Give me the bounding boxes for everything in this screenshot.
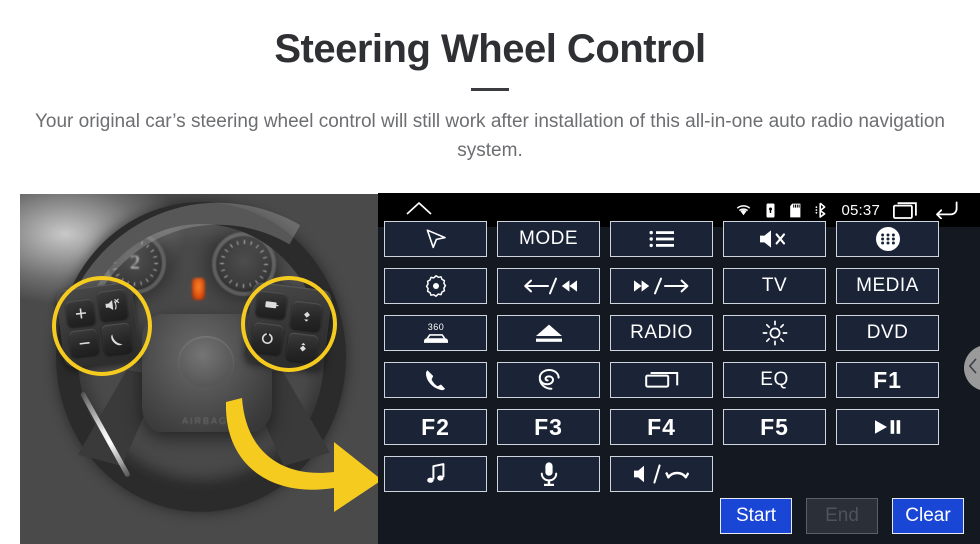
eject-icon bbox=[533, 322, 565, 344]
volume-down-key bbox=[68, 328, 100, 358]
camera-360-icon: 360 bbox=[419, 320, 453, 346]
swc-button-f1[interactable]: F1 bbox=[836, 362, 939, 398]
status-clock: 05:37 bbox=[841, 201, 880, 219]
settings-gear-icon bbox=[424, 274, 448, 298]
yellow-arrow-icon bbox=[225, 392, 378, 512]
window-switch-icon bbox=[644, 370, 679, 390]
grid-row: MODE bbox=[384, 221, 974, 257]
previous-track-icon bbox=[520, 276, 578, 296]
swc-button-next[interactable] bbox=[610, 268, 713, 304]
swc-button-mute[interactable] bbox=[723, 221, 826, 257]
swc-button-voice-assistant[interactable] bbox=[497, 362, 600, 398]
clear-button[interactable]: Clear bbox=[892, 498, 964, 534]
play-pause-icon bbox=[871, 417, 905, 437]
svg-text:360: 360 bbox=[427, 322, 444, 332]
sdcard-icon bbox=[789, 203, 802, 218]
swc-button-window-switch[interactable] bbox=[610, 362, 713, 398]
page-subtitle: Your original car’s steering wheel contr… bbox=[34, 111, 945, 162]
steering-wheel-photo: 2 AIRBAG bbox=[20, 194, 378, 544]
title-divider bbox=[471, 88, 509, 91]
mute-icon bbox=[758, 229, 792, 249]
swc-button-list[interactable] bbox=[610, 221, 713, 257]
display-key bbox=[254, 290, 288, 320]
swc-button-grid: MODE TV MEDIA 360 RADIO DVD EQ F1 F2 F3 … bbox=[378, 221, 980, 503]
status-icons-group: 05:37 bbox=[735, 201, 980, 219]
swc-button-settings[interactable] bbox=[384, 268, 487, 304]
swc-button-speaker-hangup[interactable] bbox=[610, 456, 713, 492]
back-icon[interactable] bbox=[933, 201, 958, 219]
mode-key bbox=[250, 321, 285, 356]
mute-key bbox=[96, 288, 129, 322]
grid-row: 360 RADIO DVD bbox=[384, 315, 974, 351]
apps-grid-icon bbox=[875, 226, 901, 252]
swc-button-f4[interactable]: F4 bbox=[610, 409, 713, 445]
swc-button-microphone[interactable] bbox=[497, 456, 600, 492]
bluetooth-icon bbox=[815, 202, 828, 218]
page-header: Steering Wheel Control Your original car… bbox=[0, 0, 980, 166]
airbag-boss bbox=[178, 336, 234, 388]
swc-button-mode[interactable]: MODE bbox=[497, 221, 600, 257]
usb-icon bbox=[765, 203, 776, 218]
action-button-bar: Start End Clear bbox=[720, 498, 964, 534]
swc-button-navigation[interactable] bbox=[384, 221, 487, 257]
up-key bbox=[289, 300, 323, 332]
swc-button-eq[interactable]: EQ bbox=[723, 362, 826, 398]
wifi-icon bbox=[735, 203, 752, 217]
swc-button-tv[interactable]: TV bbox=[723, 268, 826, 304]
car-radio-screen: 05:37 MODE TV MEDIA 360 RADIO DVD EQ F1 … bbox=[378, 193, 980, 544]
start-button[interactable]: Start bbox=[720, 498, 792, 534]
swc-button-eject[interactable] bbox=[497, 315, 600, 351]
brightness-icon bbox=[762, 320, 788, 346]
chevron-left-icon bbox=[968, 358, 978, 379]
music-note-icon bbox=[424, 462, 448, 486]
grid-row bbox=[384, 456, 974, 492]
microphone-icon bbox=[539, 461, 559, 487]
swc-button-play-pause[interactable] bbox=[836, 409, 939, 445]
list-menu-icon bbox=[649, 230, 675, 248]
next-track-icon bbox=[633, 276, 691, 296]
swc-button-radio[interactable]: RADIO bbox=[610, 315, 713, 351]
navigation-arrow-icon bbox=[424, 228, 448, 250]
speaker-hangup-icon bbox=[632, 463, 692, 485]
swc-button-music[interactable] bbox=[384, 456, 487, 492]
phone-icon bbox=[423, 368, 449, 392]
swc-button-camera-360[interactable]: 360 bbox=[384, 315, 487, 351]
page-title: Steering Wheel Control bbox=[274, 27, 706, 71]
down-key bbox=[285, 332, 320, 364]
voice-swirl-icon bbox=[536, 368, 562, 392]
airbag-label: AIRBAG bbox=[182, 416, 229, 426]
volume-up-key bbox=[64, 298, 96, 328]
swc-button-apps[interactable] bbox=[836, 221, 939, 257]
end-button: End bbox=[806, 498, 878, 534]
swc-button-f2[interactable]: F2 bbox=[384, 409, 487, 445]
grid-row: TV MEDIA bbox=[384, 268, 974, 304]
grid-row: F2 F3 F4 F5 bbox=[384, 409, 974, 445]
page-root: Steering Wheel Control Your original car… bbox=[0, 0, 980, 544]
recents-icon[interactable] bbox=[893, 201, 920, 219]
right-control-cluster bbox=[243, 281, 333, 371]
swc-button-media[interactable]: MEDIA bbox=[836, 268, 939, 304]
swc-button-brightness[interactable] bbox=[723, 315, 826, 351]
grid-row: EQ F1 bbox=[384, 362, 974, 398]
content-split: 2 AIRBAG 05:37 MODE TV MEDIA 360 RADIO D… bbox=[0, 193, 980, 544]
swc-button-phone[interactable] bbox=[384, 362, 487, 398]
phone-key bbox=[101, 322, 133, 356]
swc-button-previous[interactable] bbox=[497, 268, 600, 304]
home-icon[interactable] bbox=[404, 199, 434, 222]
left-control-cluster bbox=[55, 281, 141, 369]
swc-button-dvd[interactable]: DVD bbox=[836, 315, 939, 351]
swc-button-f5[interactable]: F5 bbox=[723, 409, 826, 445]
swc-button-f3[interactable]: F3 bbox=[497, 409, 600, 445]
